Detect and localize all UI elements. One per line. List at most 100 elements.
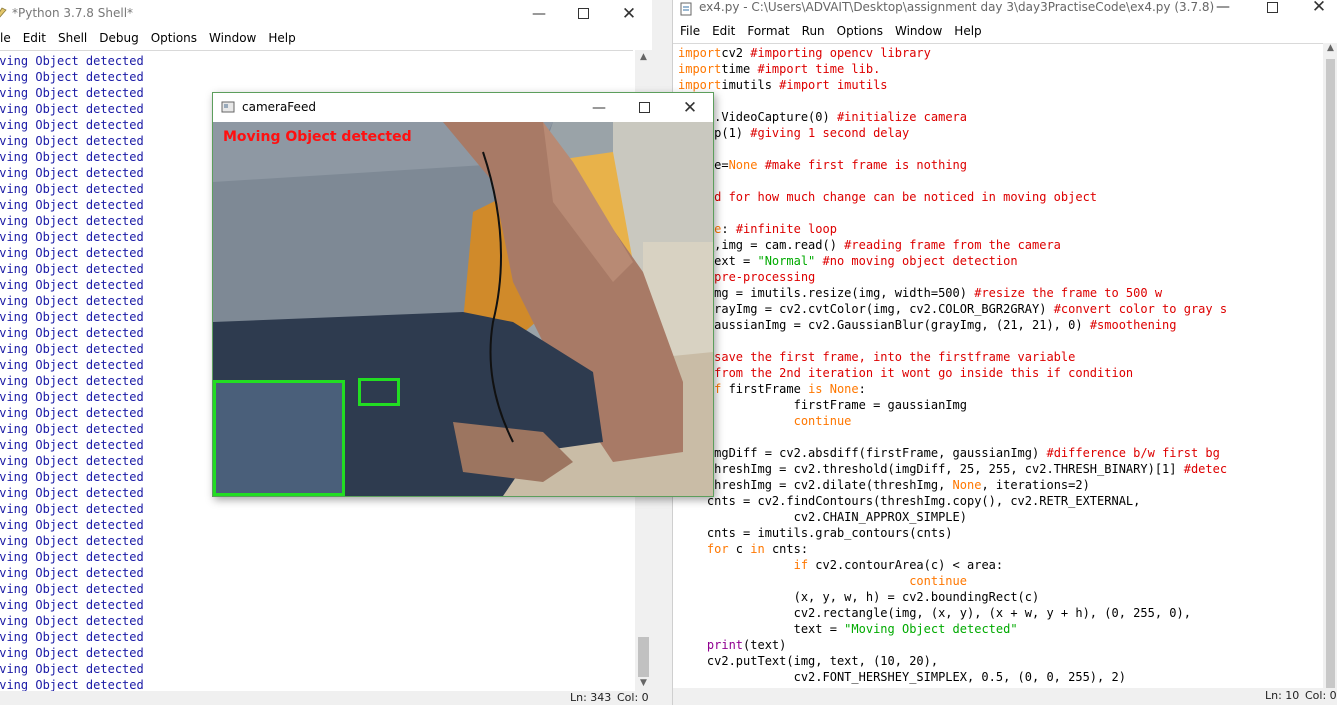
maximize-button[interactable] (1249, 0, 1295, 14)
menu-edit[interactable]: Edit (17, 27, 52, 45)
code-token: : (721, 222, 736, 236)
scrollbar-thumb[interactable] (638, 637, 649, 677)
code-token: continue (678, 574, 967, 588)
code-line: #from the 2nd iteration it wont go insid… (673, 365, 1323, 381)
menu-options[interactable]: Options (145, 27, 203, 45)
minimize-button[interactable]: — (576, 93, 622, 122)
code-token: print (678, 638, 744, 652)
code-token: gaussianImg = cv2.GaussianBlur(grayImg, … (678, 318, 1090, 332)
code-token: cv2.contourArea(c) < area: (815, 558, 1004, 572)
code-line: tFrame=None #make first frame is nothing (673, 157, 1323, 173)
code-token: in (750, 542, 772, 556)
minimize-icon: — (1216, 0, 1230, 15)
code-line: cv2.FONT_HERSHEY_SIMPLEX, 0.5, (0, 0, 25… (673, 669, 1323, 685)
code-token: #detec (1183, 462, 1228, 476)
code-token: #difference b/w first bg (1046, 446, 1220, 460)
shell-output-line: oving Object detected (0, 614, 144, 628)
code-line: if cv2.contourArea(c) < area: (673, 557, 1323, 573)
menu-run[interactable]: Run (796, 20, 831, 38)
menu-window[interactable]: Window (889, 20, 948, 38)
shell-statusbar: Ln: 343 Col: 0 (0, 691, 652, 705)
code-line: img = imutils.resize(img, width=500) #re… (673, 285, 1323, 301)
minimize-icon: — (532, 5, 546, 22)
menu-help[interactable]: Help (948, 20, 987, 38)
code-token: threshImg = cv2.dilate(threshImg, (678, 478, 953, 492)
code-line: (x, y, w, h) = cv2.boundingRect(c) (673, 589, 1323, 605)
code-line: importimutils #import imutils (673, 77, 1323, 93)
minimize-button[interactable]: — (516, 0, 562, 27)
editor-statusbar: Ln: 10 Col: 0 (673, 688, 1337, 705)
code-line: e True: #infinite loop (673, 221, 1323, 237)
code-token: #infinite loop (735, 222, 837, 236)
code-token: None (952, 478, 982, 492)
menu-shell[interactable]: Shell (52, 27, 93, 45)
code-line: importtime #import time lib. (673, 61, 1323, 77)
code-token: #import time lib. (757, 62, 881, 76)
close-icon: ✕ (682, 97, 698, 118)
code-token: None (728, 158, 758, 172)
maximize-icon (1266, 1, 1278, 13)
minimize-button[interactable]: — (1200, 0, 1246, 15)
column-number: Col: 0 (617, 691, 649, 704)
code-token: c (735, 542, 751, 556)
shell-output-line: oving Object detected (0, 550, 144, 564)
camera-titlebar[interactable]: cameraFeed — ✕ (213, 93, 713, 122)
code-token: #resize the frame to 500 w (974, 286, 1163, 300)
code-line: text = "Moving Object detected" (673, 621, 1323, 637)
close-icon: ✕ (1311, 0, 1327, 17)
menu-format[interactable]: Format (741, 20, 795, 38)
shell-output-line: oving Object detected (0, 646, 144, 660)
editor-scrollbar[interactable]: ▲ (1323, 43, 1337, 699)
scrollbar-thumb[interactable] (1326, 59, 1335, 699)
column-number: Col: 0 (1305, 689, 1337, 702)
code-line: #save the first frame, into the firstfra… (673, 349, 1323, 365)
scroll-down-icon[interactable]: ▼ (635, 678, 652, 692)
code-token: import (678, 46, 722, 60)
close-button[interactable]: ✕ (667, 93, 713, 122)
code-token: for (678, 542, 736, 556)
code-editor[interactable]: importcv2 #importing opencv library impor… (673, 43, 1323, 688)
code-token: "Moving Object detected" (844, 622, 1018, 636)
shell-titlebar[interactable]: *Python 3.7.8 Shell* — ✕ (0, 0, 652, 27)
code-token: cv2.CHAIN_APPROX_SIMPLE) (678, 510, 967, 524)
code-line: gaussianImg = cv2.GaussianBlur(grayImg, … (673, 317, 1323, 333)
camera-feed-window[interactable]: cameraFeed — ✕ Moving Object detected (212, 92, 714, 497)
code-token: cv2.rectangle(img, (x, y), (x + w, y + h… (678, 606, 1191, 620)
code-line: for c in cnts: (673, 541, 1323, 557)
code-token: #import imutils (779, 78, 888, 92)
menu-file[interactable]: le (0, 27, 17, 45)
close-button[interactable]: ✕ (1296, 0, 1337, 17)
code-token: #reading frame from the camera (844, 238, 1061, 252)
code-token: #giving 1 second delay (750, 126, 910, 140)
menu-debug[interactable]: Debug (93, 27, 144, 45)
close-button[interactable]: ✕ (606, 0, 652, 27)
editor-window[interactable]: ex4.py - C:\Users\ADVAIT\Desktop\assignm… (672, 0, 1337, 705)
code-token: #smoothening (1089, 318, 1177, 332)
editor-titlebar[interactable]: ex4.py - C:\Users\ADVAIT\Desktop\assignm… (673, 0, 1337, 20)
menu-edit[interactable]: Edit (706, 20, 741, 38)
code-line: continue (673, 413, 1323, 429)
menu-options[interactable]: Options (831, 20, 889, 38)
menu-help[interactable]: Help (262, 27, 301, 45)
code-line: cv2.rectangle(img, (x, y), (x + w, y + h… (673, 605, 1323, 621)
scroll-up-icon[interactable]: ▲ (1323, 43, 1337, 57)
shell-output-line: oving Object detected (0, 534, 144, 548)
maximize-button[interactable] (621, 93, 667, 122)
code-token: cnts = imutils.grab_contours(cnts) (678, 526, 953, 540)
code-token: if (678, 558, 816, 572)
maximize-button[interactable] (560, 0, 606, 27)
scroll-up-icon[interactable]: ▲ (635, 52, 652, 66)
detection-box-small (358, 378, 400, 406)
shell-output-line: oving Object detected (0, 598, 144, 612)
code-line: cnts = imutils.grab_contours(cnts) (673, 525, 1323, 541)
code-token: cv2.FONT_HERSHEY_SIMPLEX, 0.5, (0, 0, 25… (678, 670, 1126, 684)
menu-window[interactable]: Window (203, 27, 262, 45)
code-token: imutils (721, 78, 780, 92)
code-token: cnts: (771, 542, 809, 556)
code-token: cnts = cv2.findContours(threshImg.copy()… (678, 494, 1141, 508)
shell-menubar: le Edit Shell Debug Options Window Help (0, 27, 652, 49)
menu-file[interactable]: File (673, 20, 706, 38)
